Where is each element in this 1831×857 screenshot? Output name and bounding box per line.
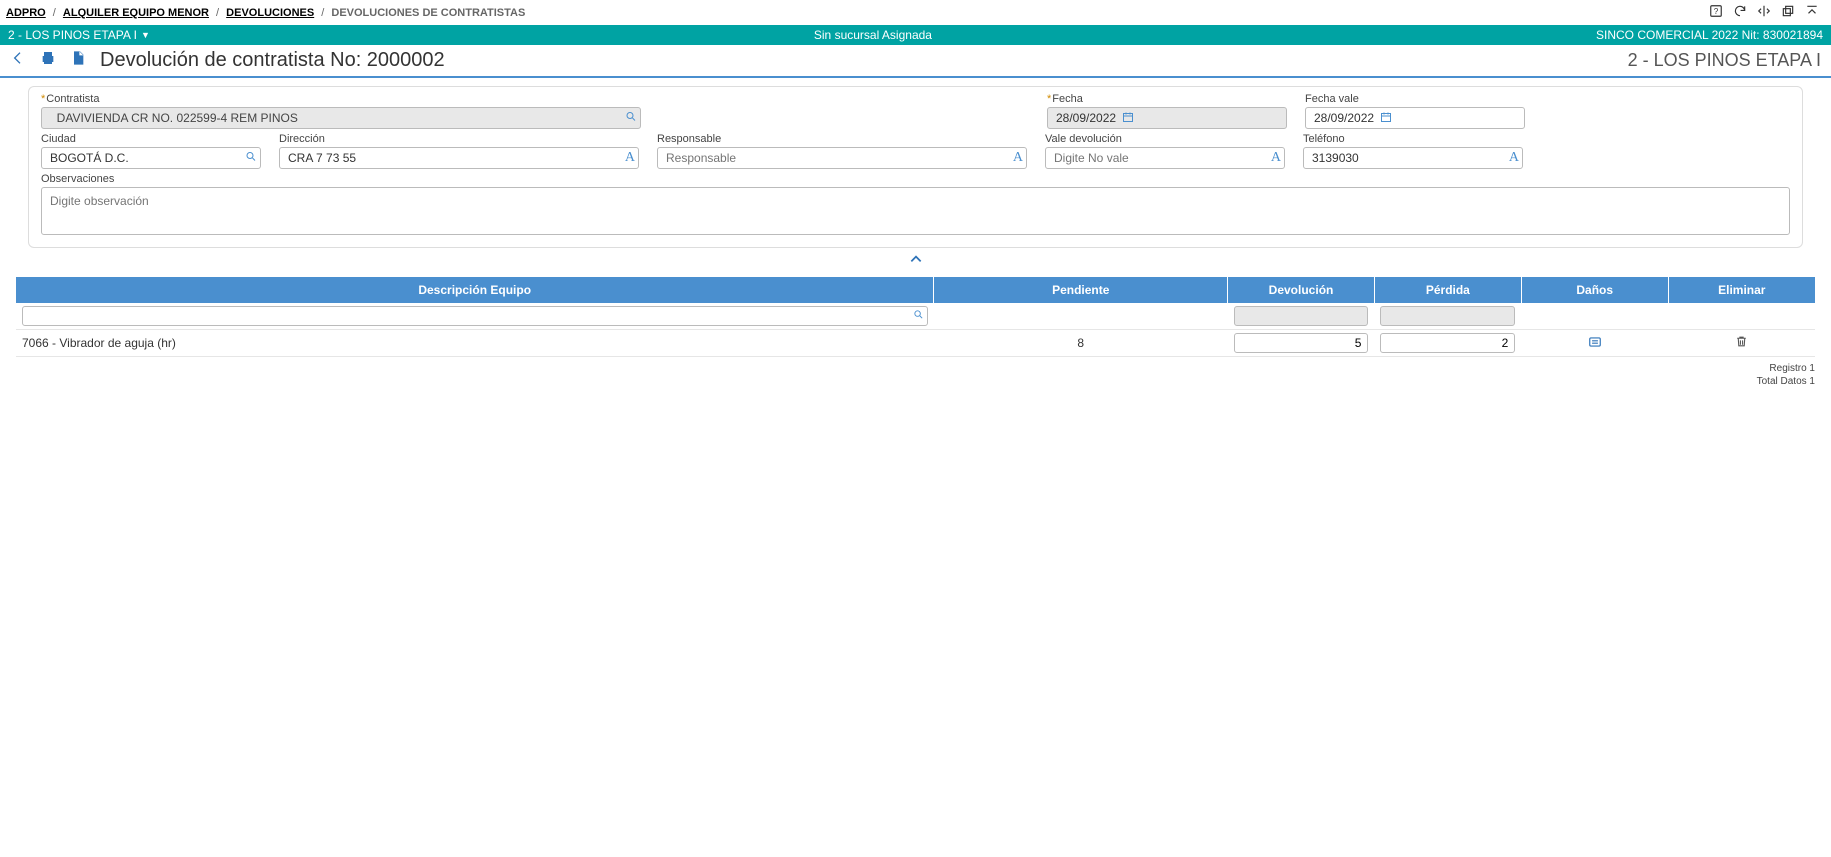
- responsable-input[interactable]: [657, 147, 1027, 169]
- label-responsable: Responsable: [657, 133, 1027, 145]
- search-icon[interactable]: [245, 151, 257, 166]
- breadcrumb-link-alquiler[interactable]: ALQUILER EQUIPO MENOR: [63, 7, 209, 19]
- form-panel: *Contratista DAVIVIENDA CR NO. 022599-4 …: [28, 86, 1803, 248]
- contratista-input[interactable]: DAVIVIENDA CR NO. 022599-4 REM PINOS: [41, 107, 641, 129]
- label-vale: Vale devolución: [1045, 133, 1285, 145]
- project-selector-label: 2 - LOS PINOS ETAPA I: [8, 28, 137, 42]
- filter-devolucion-input[interactable]: [1234, 306, 1369, 326]
- breadcrumb-link-devoluciones[interactable]: DEVOLUCIONES: [226, 7, 314, 19]
- breadcrumb: ADPRO / ALQUILER EQUIPO MENOR / DEVOLUCI…: [6, 7, 525, 19]
- header-descripcion[interactable]: Descripción Equipo: [16, 277, 934, 303]
- project-selector[interactable]: 2 - LOS PINOS ETAPA I ▼: [8, 28, 150, 42]
- footer-total: Total Datos 1: [0, 376, 1815, 387]
- filter-perdida-input[interactable]: [1380, 306, 1515, 326]
- grid-header-row: Descripción Equipo Pendiente Devolución …: [16, 277, 1815, 303]
- collapse-up-icon[interactable]: [1805, 4, 1819, 21]
- equipo-grid: Descripción Equipo Pendiente Devolución …: [16, 277, 1815, 357]
- split-icon[interactable]: [1757, 4, 1771, 21]
- grid-footer: Registro 1 Total Datos 1: [0, 363, 1815, 387]
- breadcrumb-current: DEVOLUCIONES DE CONTRATISTAS: [331, 7, 525, 19]
- observaciones-input[interactable]: [41, 187, 1790, 235]
- calendar-icon[interactable]: [1380, 111, 1392, 126]
- breadcrumb-bar: ADPRO / ALQUILER EQUIPO MENOR / DEVOLUCI…: [0, 0, 1831, 25]
- grid-filter-row: [16, 303, 1815, 330]
- breadcrumb-link-adpro[interactable]: ADPRO: [6, 7, 46, 19]
- calendar-icon[interactable]: [1122, 111, 1134, 126]
- cell-devolucion-input[interactable]: [1234, 333, 1369, 353]
- ciudad-input[interactable]: [41, 147, 261, 169]
- vale-input[interactable]: [1045, 147, 1285, 169]
- search-icon[interactable]: [913, 309, 924, 323]
- top-action-icons: ?: [1709, 4, 1825, 21]
- text-options-icon[interactable]: A: [1509, 150, 1519, 166]
- table-row: 7066 - Vibrador de aguja (hr) 8: [16, 330, 1815, 357]
- text-options-icon[interactable]: A: [625, 150, 635, 166]
- project-bar-right: SINCO COMERCIAL 2022 Nit: 830021894: [1596, 28, 1823, 42]
- fecha-vale-input[interactable]: 28/09/2022: [1305, 107, 1525, 129]
- header-perdida[interactable]: Pérdida: [1374, 277, 1521, 303]
- back-button[interactable]: [10, 50, 26, 71]
- label-ciudad: Ciudad: [41, 133, 261, 145]
- label-fecha: *Fecha: [1047, 93, 1287, 105]
- text-options-icon[interactable]: A: [1271, 150, 1281, 166]
- delete-row-icon[interactable]: [1735, 337, 1748, 351]
- cell-descripcion: 7066 - Vibrador de aguja (hr): [16, 330, 934, 357]
- svg-text:?: ?: [1714, 7, 1719, 16]
- search-icon[interactable]: [625, 111, 637, 126]
- title-right-project: 2 - LOS PINOS ETAPA I: [1628, 50, 1821, 71]
- popout-icon[interactable]: [1781, 4, 1795, 21]
- cell-perdida-input[interactable]: [1380, 333, 1515, 353]
- grid-wrap: Descripción Equipo Pendiente Devolución …: [16, 277, 1815, 357]
- project-bar: 2 - LOS PINOS ETAPA I ▼ Sin sucursal Asi…: [0, 25, 1831, 45]
- project-bar-center: Sin sucursal Asignada: [814, 28, 932, 42]
- header-danos[interactable]: Daños: [1521, 277, 1668, 303]
- help-icon[interactable]: ?: [1709, 4, 1723, 21]
- page-title: Devolución de contratista No: 2000002: [100, 49, 445, 72]
- title-bar: Devolución de contratista No: 2000002 2 …: [0, 45, 1831, 78]
- direccion-input[interactable]: [279, 147, 639, 169]
- telefono-input[interactable]: [1303, 147, 1523, 169]
- header-eliminar[interactable]: Eliminar: [1668, 277, 1815, 303]
- filter-descripcion-input[interactable]: [22, 306, 928, 326]
- label-telefono: Teléfono: [1303, 133, 1523, 145]
- refresh-icon[interactable]: [1733, 4, 1747, 21]
- label-direccion: Dirección: [279, 133, 639, 145]
- label-observaciones: Observaciones: [41, 173, 1790, 185]
- fecha-input[interactable]: 28/09/2022: [1047, 107, 1287, 129]
- collapse-panel-toggle[interactable]: [909, 255, 923, 269]
- header-pendiente[interactable]: Pendiente: [934, 277, 1228, 303]
- footer-registro: Registro 1: [0, 363, 1815, 374]
- danos-detail-icon[interactable]: [1588, 338, 1602, 352]
- header-devolucion[interactable]: Devolución: [1228, 277, 1375, 303]
- print-button[interactable]: [40, 50, 56, 71]
- label-fecha-vale: Fecha vale: [1305, 93, 1525, 105]
- document-button[interactable]: [70, 50, 86, 71]
- caret-down-icon: ▼: [141, 30, 150, 40]
- text-options-icon[interactable]: A: [1013, 150, 1023, 166]
- label-contratista: *Contratista: [41, 93, 641, 105]
- cell-pendiente: 8: [934, 330, 1228, 357]
